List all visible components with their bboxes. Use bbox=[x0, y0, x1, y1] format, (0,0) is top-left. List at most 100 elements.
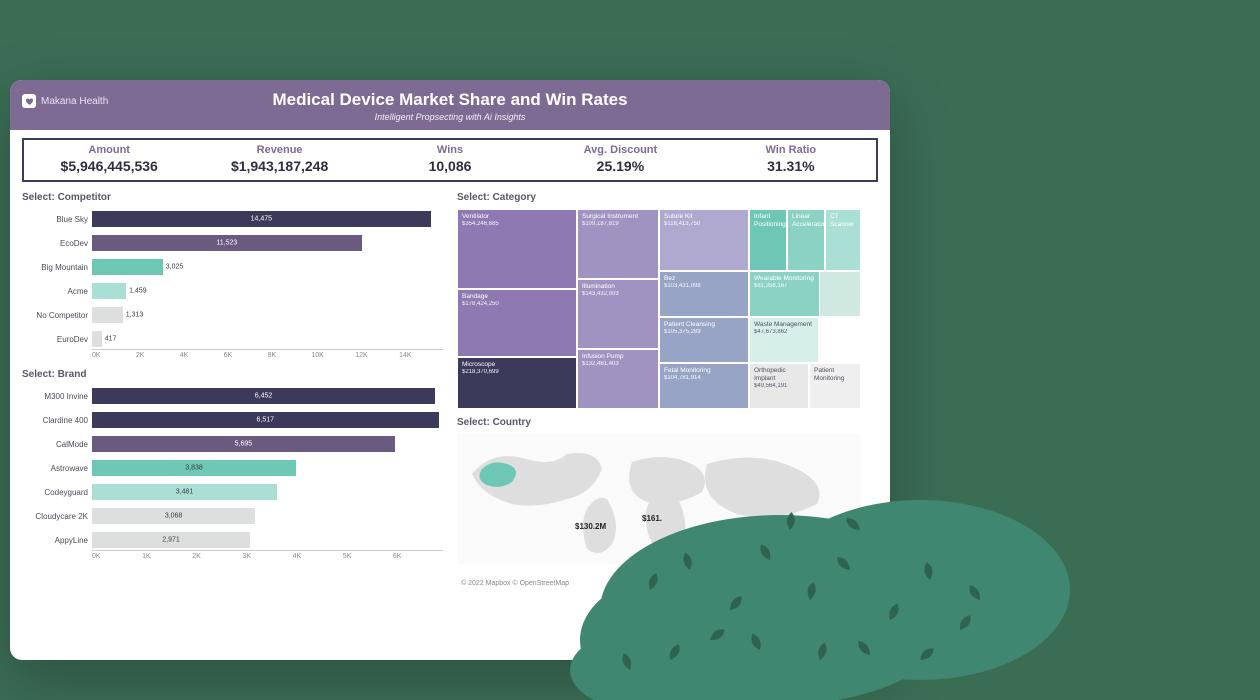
treemap-cell[interactable]: Linear Accelerator bbox=[787, 209, 825, 271]
treemap-cell[interactable]: Infusion Pump$132,481,403 bbox=[577, 349, 659, 409]
treemap-cell[interactable]: Orthopedic Implant$49,564,191 bbox=[749, 363, 809, 409]
treemap-cell[interactable]: Patient Cleansing$105,375,289 bbox=[659, 317, 749, 363]
bar-category: AppyLine bbox=[22, 536, 88, 545]
bar-category: Astrowave bbox=[22, 464, 88, 473]
brand-name: Makana Health bbox=[41, 96, 108, 107]
competitor-axis: 0K2K4K6K8K10K12K14K bbox=[92, 349, 443, 359]
kpi-revenue: Revenue $1,943,187,248 bbox=[194, 140, 364, 180]
kpi-discount: Avg. Discount 25.19% bbox=[535, 140, 705, 180]
treemap-cell-name: Microscope bbox=[462, 361, 572, 369]
kpi-amount: Amount $5,946,445,536 bbox=[24, 140, 194, 180]
treemap-cell-value: $218,370,699 bbox=[462, 369, 572, 377]
bar-row[interactable]: Blue Sky14,475 bbox=[22, 209, 443, 229]
treemap-cell[interactable]: Suture Kit$116,413,750 bbox=[659, 209, 749, 271]
page-subtitle: Intelligent Propsecting with Ai Insights bbox=[10, 112, 890, 122]
country-title: Select: Country bbox=[457, 417, 878, 428]
competitor-title: Select: Competitor bbox=[22, 192, 443, 203]
treemap-cell[interactable]: Microscope$218,370,699 bbox=[457, 357, 577, 409]
treemap-cell-name: Patient Monitoring bbox=[814, 367, 856, 383]
brand-logo-icon bbox=[22, 94, 36, 108]
bar-row[interactable]: Acme 1,459 bbox=[22, 281, 443, 301]
bar-row[interactable]: Astrowave3,838 bbox=[22, 458, 443, 478]
category-treemap[interactable]: Ventilator$354,246,685Bandage$178,424,25… bbox=[457, 209, 861, 409]
bar-value: 3,068 bbox=[165, 513, 183, 520]
bar-category: Clardine 400 bbox=[22, 416, 88, 425]
treemap-cell[interactable]: Bandage$178,424,250 bbox=[457, 289, 577, 357]
brand-bar-chart[interactable]: M300 Invine6,452 Clardine 400 6,517 CalMode… bbox=[22, 386, 443, 560]
bar-category: Acme bbox=[22, 287, 88, 296]
treemap-cell-name: Infusion Pump bbox=[582, 353, 654, 361]
kpi-value: $5,946,445,536 bbox=[24, 158, 194, 174]
bar-value: 417 bbox=[105, 336, 117, 343]
treemap-cell-value: $105,375,289 bbox=[664, 329, 744, 337]
treemap-cell[interactable]: Waste Management$47,673,862 bbox=[749, 317, 819, 363]
treemap-cell-name: Infant Positioning bbox=[754, 213, 782, 229]
bar-row[interactable]: Cloudycare 2K3,068 bbox=[22, 506, 443, 526]
treemap-cell[interactable]: CT Scanner bbox=[825, 209, 861, 271]
kpi-label: Revenue bbox=[194, 144, 364, 156]
kpi-winratio: Win Ratio 31.31% bbox=[706, 140, 876, 180]
treemap-cell-name: Fetal Monitoring bbox=[664, 367, 744, 375]
treemap-cell[interactable]: Surgical Instrument$109,187,819 bbox=[577, 209, 659, 279]
bar-row[interactable]: AppyLine 2,971 bbox=[22, 530, 443, 550]
bar-row[interactable]: EuroDev 417 bbox=[22, 329, 443, 349]
bar-value: 6,517 bbox=[257, 417, 275, 424]
bar-category: EcoDev bbox=[22, 239, 88, 248]
world-map-svg bbox=[457, 434, 861, 564]
bar-row[interactable]: EcoDev 11,523 bbox=[22, 233, 443, 253]
bar-category: EuroDev bbox=[22, 335, 88, 344]
left-column: Select: Competitor Blue Sky14,475 EcoDev 1… bbox=[22, 188, 443, 589]
right-column: Select: Category Ventilator$354,246,685B… bbox=[457, 188, 878, 589]
bar-row[interactable]: Big Mountain3,025 bbox=[22, 257, 443, 277]
treemap-cell-name: Illumination bbox=[582, 283, 654, 291]
treemap-cell[interactable]: Infant Positioning bbox=[749, 209, 787, 271]
treemap-cell[interactable]: Ventilator$354,246,685 bbox=[457, 209, 577, 289]
treemap-cell[interactable]: Illumination$143,432,003 bbox=[577, 279, 659, 349]
treemap-cell[interactable] bbox=[819, 271, 861, 317]
bar-value: 1,459 bbox=[129, 288, 147, 295]
bar-value: 6,452 bbox=[255, 393, 273, 400]
treemap-cell-value: $354,246,685 bbox=[462, 221, 572, 229]
brand-block: Makana Health bbox=[22, 94, 108, 108]
bar-value: 1,313 bbox=[126, 312, 144, 319]
bar-category: Codeyguard bbox=[22, 488, 88, 497]
kpi-row: Amount $5,946,445,536 Revenue $1,943,187… bbox=[22, 138, 878, 182]
treemap-cell-value: $178,424,250 bbox=[462, 301, 572, 309]
bar-row[interactable]: M300 Invine6,452 bbox=[22, 386, 443, 406]
bar-row[interactable]: CalMode 5,695 bbox=[22, 434, 443, 454]
bar-row[interactable]: Codeyguard 3,481 bbox=[22, 482, 443, 502]
bar-value: 11,523 bbox=[216, 240, 237, 247]
bar-value: 2,971 bbox=[162, 537, 180, 544]
competitor-bar-chart[interactable]: Blue Sky14,475 EcoDev 11,523 Big Mountain3,… bbox=[22, 209, 443, 359]
treemap-cell[interactable]: Patient Monitoring bbox=[809, 363, 861, 409]
kpi-label: Wins bbox=[365, 144, 535, 156]
map-value-label: $130.2M bbox=[575, 522, 606, 531]
country-map[interactable]: $130.2M $161. © 2022 Mapbox © OpenStreet… bbox=[457, 434, 861, 589]
brand-title: Select: Brand bbox=[22, 369, 443, 380]
bar-row[interactable]: Clardine 400 6,517 bbox=[22, 410, 443, 430]
bar-value: 3,481 bbox=[176, 489, 194, 496]
bar-value: 5,695 bbox=[235, 441, 253, 448]
category-title: Select: Category bbox=[457, 192, 878, 203]
treemap-cell-value: $103,431,098 bbox=[664, 283, 744, 291]
dashboard-card: Makana Health Medical Device Market Shar… bbox=[10, 80, 890, 660]
treemap-cell-value: $104,781,914 bbox=[664, 375, 744, 383]
treemap-cell-value: $49,564,191 bbox=[754, 383, 804, 391]
kpi-value: $1,943,187,248 bbox=[194, 158, 364, 174]
map-value-label: $161. bbox=[642, 514, 662, 523]
treemap-cell-name: Suture Kit bbox=[664, 213, 744, 221]
treemap-cell[interactable]: Bez$103,431,098 bbox=[659, 271, 749, 317]
treemap-cell-name: Patient Cleansing bbox=[664, 321, 744, 329]
bar-row[interactable]: No Competitor 1,313 bbox=[22, 305, 443, 325]
treemap-cell-value: $109,187,819 bbox=[582, 221, 654, 229]
kpi-label: Win Ratio bbox=[706, 144, 876, 156]
bar-category: Blue Sky bbox=[22, 215, 88, 224]
bar-category: No Competitor bbox=[22, 311, 88, 320]
bar-category: CalMode bbox=[22, 440, 88, 449]
kpi-value: 25.19% bbox=[535, 158, 705, 174]
treemap-cell-value: $132,481,403 bbox=[582, 361, 654, 369]
treemap-cell-name: Bez bbox=[664, 275, 744, 283]
treemap-cell[interactable]: Fetal Monitoring$104,781,914 bbox=[659, 363, 749, 409]
treemap-cell-name: CT Scanner bbox=[830, 213, 856, 229]
treemap-cell-name: Ventilator bbox=[462, 213, 572, 221]
